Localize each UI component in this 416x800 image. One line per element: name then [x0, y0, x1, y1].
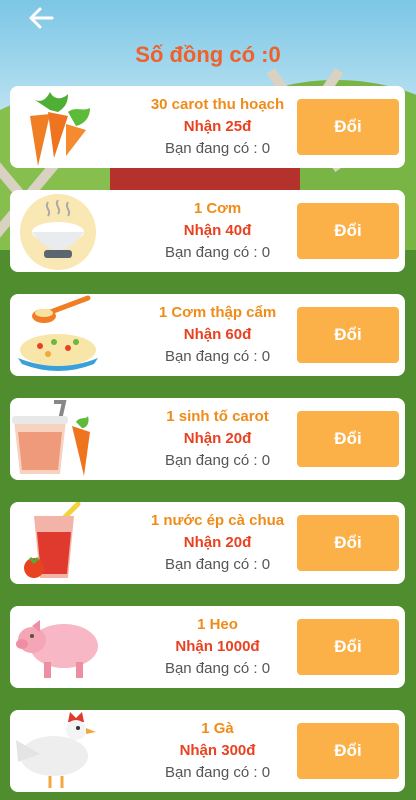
item-info: 1 Gà Nhận 300đ Bạn đang có : 0: [120, 718, 315, 784]
carrot-icon: [30, 92, 90, 166]
item-name: 1 sinh tố carot: [166, 408, 269, 425]
item-name: 1 Cơm: [193, 200, 242, 217]
exchange-item-card: 1 sinh tố carot Nhận 20đ Bạn đang có : 0…: [10, 398, 405, 480]
item-reward: Nhận 40đ: [183, 222, 252, 239]
item-info: 1 sinh tố carot Nhận 20đ Bạn đang có : 0: [120, 406, 315, 472]
tomato-juice-icon: [24, 502, 81, 578]
item-reward: Nhận 20đ: [183, 430, 252, 447]
item-owned-count: Bạn đang có : 0: [164, 660, 271, 677]
item-reward: Nhận 60đ: [183, 326, 252, 343]
exchange-button[interactable]: Đổi: [297, 515, 399, 571]
exchange-button[interactable]: Đổi: [297, 203, 399, 259]
item-info: 1 Cơm thập cẩm Nhận 60đ Bạn đang có : 0: [120, 302, 315, 368]
item-owned-count: Bạn đang có : 0: [164, 244, 271, 261]
exchange-item-card: 1 Heo Nhận 1000đ Bạn đang có : 0 Đổi: [10, 606, 405, 688]
exchange-button[interactable]: Đổi: [297, 619, 399, 675]
item-info: 1 Cơm Nhận 40đ Bạn đang có : 0: [120, 198, 315, 264]
item-reward: Nhận 300đ: [179, 742, 256, 759]
chicken-icon: [16, 712, 96, 788]
item-name: 30 carot thu hoạch: [150, 96, 285, 113]
exchange-item-card: 1 Cơm Nhận 40đ Bạn đang có : 0 Đổi: [10, 190, 405, 272]
item-owned-count: Bạn đang có : 0: [164, 764, 271, 781]
rice-bowl-icon: [20, 194, 96, 270]
item-owned-count: Bạn đang có : 0: [164, 348, 271, 365]
exchange-item-card: 1 nước ép cà chua Nhận 20đ Bạn đang có :…: [10, 502, 405, 584]
item-reward: Nhận 25đ: [183, 118, 252, 135]
item-name: 1 nước ép cà chua: [150, 512, 285, 529]
exchange-button[interactable]: Đổi: [297, 307, 399, 363]
exchange-button[interactable]: Đổi: [297, 411, 399, 467]
fried-rice-icon: [18, 295, 98, 371]
exchange-item-card: 1 Cơm thập cẩm Nhận 60đ Bạn đang có : 0 …: [10, 294, 405, 376]
page-title: Số đồng có :0: [135, 42, 281, 67]
back-button[interactable]: [26, 4, 56, 32]
exchange-item-card: 30 carot thu hoạch Nhận 25đ Bạn đang có …: [10, 86, 405, 168]
exchange-button[interactable]: Đổi: [297, 723, 399, 779]
arrow-left-icon: [29, 7, 54, 29]
carrot-smoothie-icon: [12, 400, 90, 476]
item-owned-count: Bạn đang có : 0: [164, 140, 271, 157]
item-owned-count: Bạn đang có : 0: [164, 452, 271, 469]
item-reward: Nhận 1000đ: [175, 638, 260, 655]
item-name: 1 Cơm thập cẩm: [158, 304, 277, 321]
item-name: 1 Gà: [201, 720, 234, 737]
pig-icon: [16, 620, 98, 678]
item-reward: Nhận 20đ: [183, 534, 252, 551]
item-info: 1 Heo Nhận 1000đ Bạn đang có : 0: [120, 614, 315, 680]
exchange-item-card: 1 Gà Nhận 300đ Bạn đang có : 0 Đổi: [10, 710, 405, 792]
item-info: 1 nước ép cà chua Nhận 20đ Bạn đang có :…: [120, 510, 315, 576]
exchange-button[interactable]: Đổi: [297, 99, 399, 155]
item-owned-count: Bạn đang có : 0: [164, 556, 271, 573]
item-name: 1 Heo: [197, 616, 238, 633]
item-info: 30 carot thu hoạch Nhận 25đ Bạn đang có …: [120, 94, 315, 160]
